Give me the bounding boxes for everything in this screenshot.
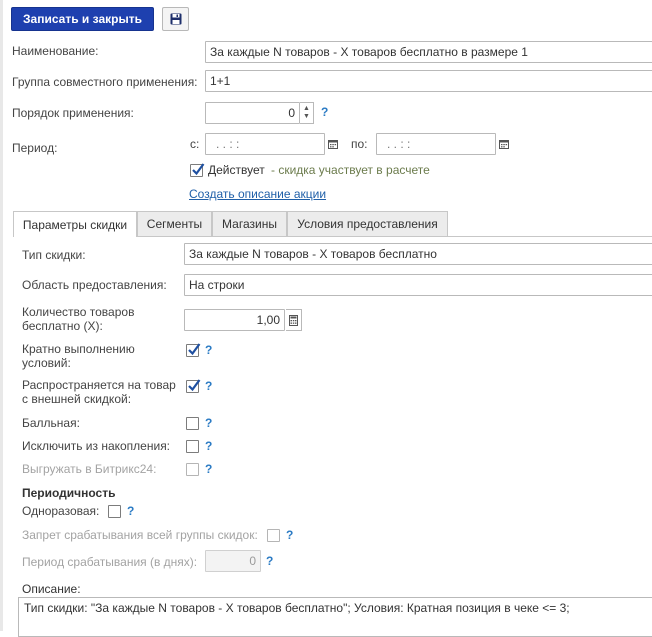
one-time-checkbox[interactable] bbox=[108, 505, 121, 518]
order-input[interactable]: 0 bbox=[205, 102, 300, 124]
period-from-input[interactable]: . . : : bbox=[205, 133, 325, 155]
one-time-help-icon[interactable]: ? bbox=[127, 504, 134, 518]
active-note: - скидка участвует в расчете bbox=[271, 163, 430, 177]
discount-type-value: За каждые N товаров - X товаров бесплатн… bbox=[189, 247, 437, 261]
tab-segments[interactable]: Сегменты bbox=[137, 211, 212, 236]
points-label: Балльная: bbox=[22, 416, 80, 430]
active-checkbox[interactable] bbox=[190, 163, 205, 177]
period-from-value: . . : : bbox=[216, 137, 240, 151]
multiple-checkbox[interactable] bbox=[186, 343, 201, 357]
group-label: Группа совместного применения: bbox=[12, 75, 198, 89]
name-input[interactable]: За каждые N товаров - X товаров бесплатн… bbox=[205, 41, 652, 63]
description-label: Описание: bbox=[22, 582, 81, 596]
free-qty-label: Количество товаров бесплатно (X): bbox=[22, 305, 135, 333]
checkmark-icon bbox=[188, 379, 201, 392]
group-input[interactable]: 1+1 bbox=[205, 70, 652, 92]
order-help-icon[interactable]: ? bbox=[321, 105, 328, 119]
bitrix-help-icon[interactable]: ? bbox=[205, 462, 212, 476]
free-qty-value: 1,00 bbox=[256, 313, 280, 327]
points-checkbox[interactable] bbox=[186, 417, 199, 430]
stepper-up-icon[interactable]: ▲ bbox=[303, 105, 310, 113]
left-border-strip bbox=[0, 0, 3, 631]
bitrix-label: Выгружать в Битрикс24: bbox=[22, 462, 157, 476]
description-textarea[interactable]: Тип скидки: "За каждые N товаров - X тов… bbox=[18, 597, 652, 637]
period-days-label: Период срабатывания (в днях): bbox=[22, 555, 198, 569]
period-to-label: по: bbox=[351, 137, 368, 151]
multiple-label: Кратно выполнению условий: bbox=[22, 342, 135, 370]
exclude-checkbox[interactable] bbox=[186, 440, 199, 453]
calendar-icon bbox=[328, 140, 338, 149]
discount-type-select[interactable]: За каждые N товаров - X товаров бесплатн… bbox=[184, 243, 652, 265]
period-days-value: 0 bbox=[249, 554, 256, 568]
create-description-link[interactable]: Создать описание акции bbox=[189, 187, 326, 201]
save-button[interactable] bbox=[162, 7, 189, 31]
period-label: Период: bbox=[12, 141, 58, 155]
calendar-icon bbox=[499, 140, 509, 149]
group-value: 1+1 bbox=[210, 74, 231, 88]
order-stepper[interactable]: ▲ ▼ bbox=[300, 102, 314, 124]
exclude-label: Исключить из накопления: bbox=[22, 439, 171, 453]
name-label: Наименование: bbox=[12, 44, 99, 58]
period-from-calendar-button[interactable] bbox=[325, 133, 341, 155]
multiple-help-icon[interactable]: ? bbox=[205, 343, 212, 357]
floppy-disk-icon bbox=[170, 13, 181, 25]
calculator-icon bbox=[289, 314, 298, 326]
area-select[interactable]: На строки bbox=[184, 274, 652, 296]
area-value: На строки bbox=[189, 278, 245, 292]
tab-conditions[interactable]: Условия предоставления bbox=[287, 211, 448, 236]
period-days-help-icon[interactable]: ? bbox=[266, 554, 273, 568]
periodicity-title: Периодичность bbox=[22, 486, 116, 500]
bitrix-checkbox[interactable] bbox=[186, 463, 199, 476]
order-label: Порядок применения: bbox=[12, 106, 134, 120]
period-to-input[interactable]: . . : : bbox=[376, 133, 496, 155]
points-help-icon[interactable]: ? bbox=[205, 416, 212, 430]
external-label: Распространяется на товар с внешней скид… bbox=[22, 378, 176, 406]
description-text: Тип скидки: "За каждые N товаров - X тов… bbox=[24, 601, 570, 615]
checkmark-icon bbox=[188, 343, 201, 356]
period-to-calendar-button[interactable] bbox=[496, 133, 512, 155]
external-checkbox[interactable] bbox=[186, 379, 201, 393]
active-label: Действует bbox=[208, 163, 265, 177]
name-value: За каждые N товаров - X товаров бесплатн… bbox=[210, 45, 528, 59]
area-label: Область предоставления: bbox=[22, 278, 167, 292]
period-to-value: . . : : bbox=[387, 137, 411, 151]
exclude-help-icon[interactable]: ? bbox=[205, 439, 212, 453]
tab-stores[interactable]: Магазины bbox=[212, 211, 287, 236]
free-qty-calculator-button[interactable] bbox=[286, 309, 302, 331]
group-ban-checkbox[interactable] bbox=[267, 529, 280, 542]
external-help-icon[interactable]: ? bbox=[205, 379, 212, 393]
save-and-close-button[interactable]: Записать и закрыть bbox=[11, 7, 154, 31]
one-time-label: Одноразовая: bbox=[22, 504, 100, 518]
group-ban-label: Запрет срабатывания всей группы скидок: bbox=[22, 528, 258, 542]
discount-type-label: Тип скидки: bbox=[22, 248, 86, 262]
stepper-down-icon[interactable]: ▼ bbox=[303, 113, 310, 121]
period-from-label: с: bbox=[190, 137, 200, 151]
tab-discount-params[interactable]: Параметры скидки bbox=[13, 211, 137, 237]
order-value: 0 bbox=[288, 106, 295, 120]
checkmark-icon bbox=[192, 163, 205, 176]
period-days-input[interactable]: 0 bbox=[205, 550, 261, 572]
group-ban-help-icon[interactable]: ? bbox=[286, 528, 293, 542]
free-qty-input[interactable]: 1,00 bbox=[184, 309, 285, 331]
